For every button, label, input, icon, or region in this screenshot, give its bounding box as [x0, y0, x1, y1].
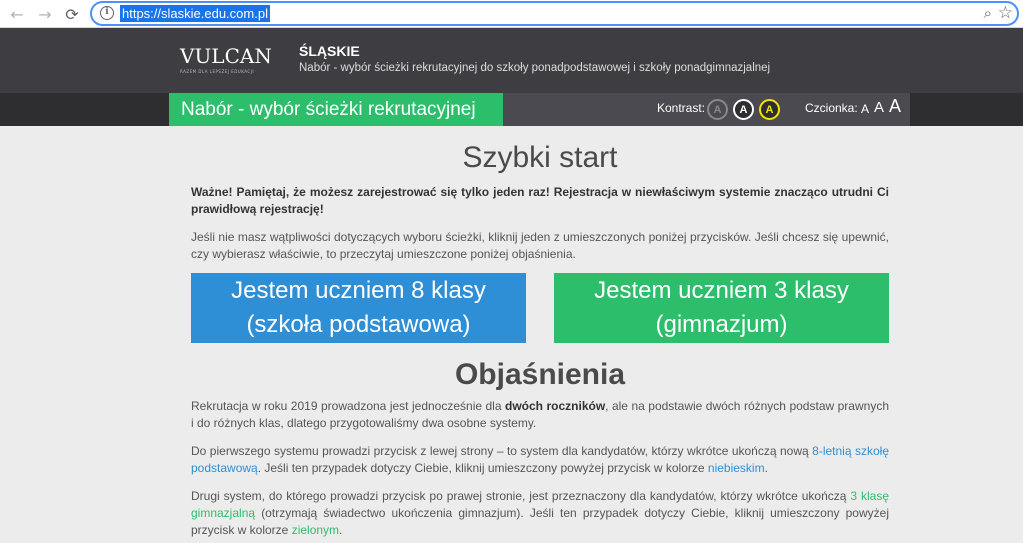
- font-small-button[interactable]: A: [861, 102, 869, 116]
- contrast-label: Kontrast:: [657, 101, 706, 115]
- header-top: VULCAN RAZEM DLA LEPSZEJ EDUKACJI ŚLĄSKI…: [0, 28, 1023, 93]
- region-subtitle: Nabór - wybór ścieżki rekrutacyjnej do s…: [299, 62, 771, 74]
- site-header: VULCAN RAZEM DLA LEPSZEJ EDUKACJI ŚLĄSKI…: [0, 28, 1023, 126]
- logo-text: VULCAN: [180, 44, 272, 68]
- info-icon[interactable]: i: [100, 6, 114, 20]
- contrast-yellow-button[interactable]: A: [759, 99, 780, 120]
- browser-toolbar: ← → ⟳ i https://slaskie.edu.com.pl ⌕ ☆: [0, 0, 1023, 28]
- forward-arrow-icon[interactable]: →: [34, 3, 56, 25]
- explanation-2-text-mid: . Jeśli ten przypadek dotyczy Ciebie, kl…: [257, 461, 708, 475]
- contrast-default-button[interactable]: A: [707, 99, 728, 120]
- main-content: Szybki start Ważne! Pamiętaj, że możesz …: [191, 126, 889, 539]
- address-bar[interactable]: i https://slaskie.edu.com.pl ⌕ ☆: [90, 1, 1019, 26]
- bookmark-star-icon[interactable]: ☆: [998, 3, 1013, 23]
- font-large-button[interactable]: A: [889, 96, 901, 117]
- font-size-label: Czcionka:: [805, 101, 858, 115]
- gymnasium-button-line1: Jestem uczniem 3 klasy: [594, 277, 849, 304]
- explanation-3-text-end: .: [339, 523, 343, 537]
- page-title: Szybki start: [462, 141, 618, 174]
- region-title: ŚLĄSKIE: [299, 43, 360, 59]
- vulcan-logo[interactable]: VULCAN RAZEM DLA LEPSZEJ EDUKACJI: [180, 44, 272, 74]
- logo-tagline: RAZEM DLA LEPSZEJ EDUKACJI: [180, 69, 255, 74]
- gymnasium-button-line2: (gimnazjum): [655, 311, 788, 338]
- primary-school-button-line1: Jestem uczniem 8 klasy: [231, 277, 486, 304]
- explanations-title: Objaśnienia: [454, 358, 626, 391]
- path-buttons: Jestem uczniem 8 klasy (szkoła podstawow…: [191, 273, 889, 343]
- header-bar: Nabór - wybór ścieżki rekrutacyjnej Kont…: [169, 93, 910, 126]
- explanation-paragraph-2: Do pierwszego systemu prowadzi przycisk …: [191, 443, 889, 477]
- back-arrow-icon[interactable]: ←: [6, 3, 28, 25]
- zoom-icon[interactable]: ⌕: [984, 4, 992, 22]
- explanation-2-text: Do pierwszego systemu prowadzi przycisk …: [191, 444, 813, 458]
- contrast-dark-button[interactable]: A: [733, 99, 754, 120]
- info-text: Jeśli nie masz wątpliwości dotyczących w…: [191, 230, 889, 261]
- warning-text: Ważne! Pamiętaj, że możesz zarejestrować…: [191, 185, 889, 216]
- gymnasium-button[interactable]: Jestem uczniem 3 klasy (gimnazjum): [554, 273, 889, 343]
- explanation-paragraph-3: Drugi system, do którego prowadzi przyci…: [191, 488, 889, 539]
- explanation-paragraph-1: Rekrutacja w roku 2019 prowadzona jest j…: [191, 398, 889, 432]
- url-text[interactable]: https://slaskie.edu.com.pl: [120, 5, 270, 22]
- reload-icon[interactable]: ⟳: [61, 3, 83, 25]
- app-title-tab: Nabór - wybór ścieżki rekrutacyjnej: [169, 93, 503, 126]
- explanation-3-text: Drugi system, do którego prowadzi przyci…: [191, 489, 851, 503]
- font-medium-button[interactable]: A: [874, 99, 884, 116]
- blue-color-word: niebieskim: [707, 461, 765, 475]
- explanation-1-bold: dwóch roczników: [505, 399, 606, 413]
- explanation-1-text: Rekrutacja w roku 2019 prowadzona jest j…: [191, 399, 505, 413]
- explanation-2-text-end: .: [764, 461, 768, 475]
- primary-school-button-line2: (szkoła podstawowa): [246, 311, 471, 338]
- green-color-word: zielonym: [291, 523, 340, 537]
- primary-school-button[interactable]: Jestem uczniem 8 klasy (szkoła podstawow…: [191, 273, 526, 343]
